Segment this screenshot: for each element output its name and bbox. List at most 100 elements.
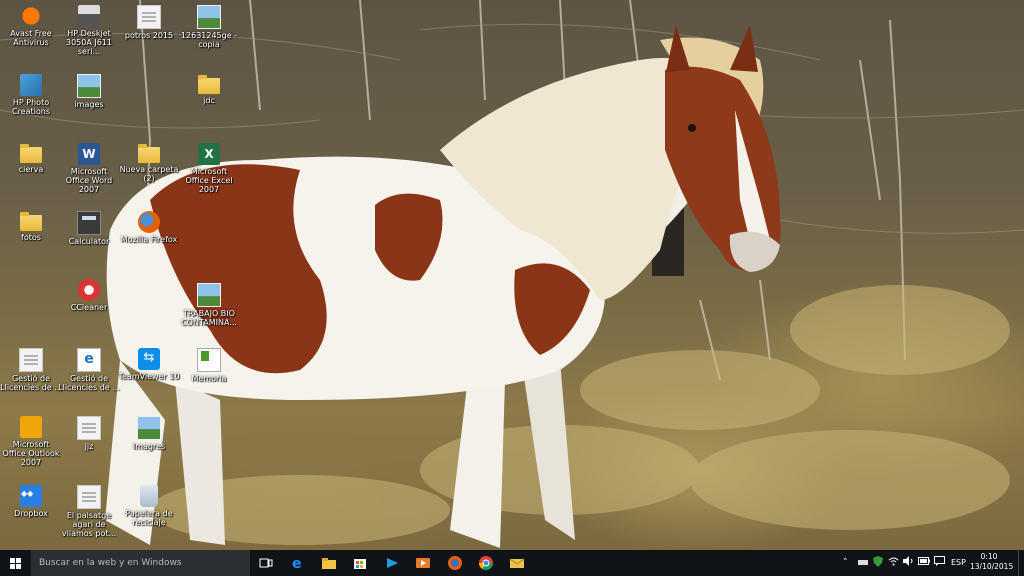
desktop-icon-excel[interactable]: X Microsoft Office Excel 2007 [178, 143, 240, 194]
desktop-icon-label: potros 2015 [124, 31, 174, 40]
clock[interactable]: 0:10 13/10/2015 [970, 552, 1014, 572]
desktop-icon-label: Papelera de reciclaje [125, 509, 173, 527]
shield-icon[interactable] [873, 556, 883, 570]
desktop-icon-label: HP Deskjet 3050A J611 seri... [65, 29, 112, 56]
desktop-icon-jjz[interactable]: jjz [58, 416, 120, 451]
desktop-icon-label: Microsoft Office Excel 2007 [185, 167, 233, 194]
store-icon[interactable] [352, 555, 368, 571]
clock-time: 0:10 [980, 552, 998, 561]
desktop-icon-label: 12631245ge - copia [180, 31, 238, 49]
ccleaner-icon [78, 279, 100, 301]
file-explorer-icon[interactable] [321, 555, 337, 571]
desktop-icon-label: Calculator [68, 237, 110, 246]
desktop-icon-label: images [74, 100, 104, 109]
desktop-icon-label: TeamViewer 10 [118, 372, 180, 381]
desktop-icon-fotos[interactable]: fotos [0, 211, 62, 242]
battery-icon[interactable] [918, 556, 930, 570]
windows-logo-icon [9, 557, 21, 569]
show-hidden-icons-chevron-icon[interactable]: ˄ [843, 556, 848, 570]
desktop-icon-potros-2015[interactable]: potros 2015 [118, 5, 180, 40]
document-icon [77, 485, 101, 509]
action-center-icon[interactable] [934, 556, 945, 570]
desktop-icon-label: fotos [21, 233, 41, 242]
word-icon: W [78, 143, 100, 165]
desktop-icon-images[interactable]: images [58, 74, 120, 109]
media-player-icon[interactable] [384, 555, 400, 571]
desktop-icon-gestio-1[interactable]: Gestió de Llicencies de ... [0, 348, 62, 392]
desktop-icon-ccleaner[interactable]: CCleaner [58, 279, 120, 312]
desktop-icon-label: Memoria [191, 374, 227, 383]
desktop-icon-firefox[interactable]: Mozilla Firefox [118, 211, 180, 244]
desktop-icon-cierva[interactable]: cierva [0, 143, 62, 174]
outlook-icon [20, 416, 42, 438]
desktop-icon-hp-photo-creations[interactable]: HP Photo Creations [0, 74, 62, 116]
search-input[interactable]: Buscar en la web y en Windows [31, 550, 250, 576]
folder-icon [198, 75, 220, 94]
desktop-icon-avast[interactable]: Avast Free Antivirus [0, 5, 62, 47]
desktop-icon-trabajo-bio[interactable]: TRABAJO BIO CONTAMINA... [178, 283, 240, 327]
desktop-icon-dropbox[interactable]: Dropbox [0, 485, 62, 518]
desktop-icon-label: jdc [203, 96, 215, 105]
teamviewer-icon [138, 348, 160, 370]
desktop-icon-imagres[interactable]: Imagres [118, 416, 180, 451]
mail-icon[interactable] [509, 555, 525, 571]
dropbox-icon [20, 485, 42, 507]
printer-icon [78, 5, 100, 27]
drive-icon[interactable] [858, 556, 868, 570]
firefox-icon [138, 211, 160, 233]
desktop-icon-el-paisatge[interactable]: El paisatge agari de vilamos pot... [58, 485, 120, 538]
video-icon[interactable] [415, 555, 431, 571]
desktop-icon-jdc[interactable]: jdc [178, 74, 240, 105]
desktop-wallpaper [0, 0, 1024, 550]
desktop-icon-calculator[interactable]: Calculator [58, 211, 120, 246]
desktop-icon-nueva-carpeta[interactable]: Nueva carpeta (2) [118, 143, 180, 183]
chrome-icon[interactable] [478, 555, 494, 571]
desktop-icon-label: cierva [18, 165, 44, 174]
desktop-icon-label: HP Photo Creations [11, 98, 50, 116]
desktop-icon-label: Dropbox [14, 509, 48, 518]
desktop-icon-label: Gestió de Llicencies de ... [0, 374, 62, 392]
desktop-icon-label: Mozilla Firefox [120, 235, 178, 244]
start-button[interactable] [0, 550, 30, 576]
desktop-icon-label: Microsoft Office Word 2007 [65, 167, 113, 194]
desktop-icon-memoria[interactable]: Memoria [178, 348, 240, 383]
language-indicator[interactable]: ESP [951, 556, 966, 570]
folder-icon [138, 144, 160, 163]
desktop-icon-label: Nueva carpeta (2) [119, 165, 179, 183]
document-icon [19, 348, 43, 372]
memo-icon [197, 348, 221, 372]
desktop-icon-label: CCleaner [70, 303, 108, 312]
document-icon [77, 416, 101, 440]
svg-text:e: e [292, 556, 302, 570]
taskbar: Buscar en la web y en Windows e ˄ ESP 0:… [0, 550, 1024, 576]
desktop-icon-word[interactable]: W Microsoft Office Word 2007 [58, 143, 120, 194]
desktop-icon-recycle-bin[interactable]: Papelera de reciclaje [118, 485, 180, 527]
folder-icon [20, 212, 42, 231]
volume-icon[interactable] [903, 556, 914, 570]
wallpaper-horse-scene [0, 0, 1024, 548]
task-view-icon[interactable] [258, 555, 274, 571]
wifi-icon[interactable] [888, 556, 899, 570]
desktop-icon-teamviewer[interactable]: TeamViewer 10 [118, 348, 180, 381]
calculator-icon [77, 211, 101, 235]
document-icon [137, 5, 161, 29]
image-file-icon [197, 5, 221, 29]
desktop-icon-label: jjz [84, 442, 94, 451]
desktop-icon-label: El paisatge agari de vilamos pot... [61, 511, 117, 538]
desktop-icon-gestio-2[interactable]: e Gestió de Llicencies de ... [58, 348, 120, 392]
avast-icon [20, 5, 42, 27]
recycle-bin-icon [140, 485, 158, 507]
clock-date: 13/10/2015 [970, 562, 1014, 571]
desktop-icon-label: TRABAJO BIO CONTAMINA... [181, 309, 237, 327]
desktop-icon-hp-deskjet[interactable]: HP Deskjet 3050A J611 seri... [58, 5, 120, 56]
edge-icon[interactable]: e [290, 555, 306, 571]
image-file-icon [137, 416, 161, 440]
ie-icon: e [77, 348, 101, 372]
desktop-icon-label: Microsoft Office Outlook 2007 [2, 440, 60, 467]
show-desktop-button[interactable] [1018, 550, 1024, 576]
desktop-icon-outlook[interactable]: Microsoft Office Outlook 2007 [0, 416, 62, 467]
folder-icon [20, 144, 42, 163]
excel-icon: X [198, 143, 220, 165]
firefox-icon[interactable] [447, 555, 463, 571]
desktop-icon-12631245ge-copia[interactable]: 12631245ge - copia [178, 5, 240, 49]
